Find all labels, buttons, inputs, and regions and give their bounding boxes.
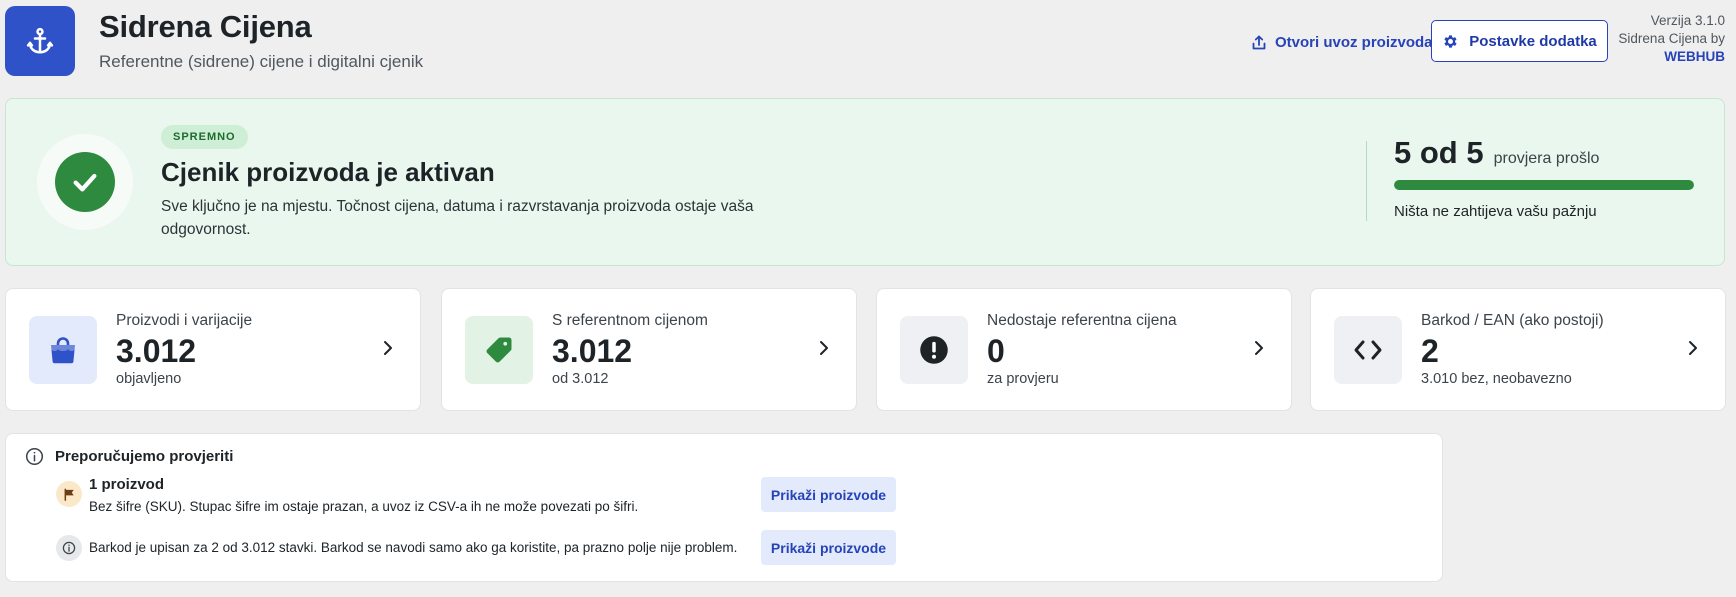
flag-icon [56,481,82,507]
stat-card-barcode[interactable]: Barkod / EAN (ako postoji) 2 3.010 bez, … [1310,288,1726,411]
stat-subtext: za provjeru [987,371,1059,387]
shop-icon [29,316,97,384]
reco-item-text: Bez šifre (SKU). Stupac šifre im ostaje … [89,499,639,514]
checks-progress-fill [1394,180,1694,190]
plugin-settings-button[interactable]: Postavke dodatka [1431,20,1608,62]
check-circle-icon [55,152,115,212]
status-icon-wrapper [37,134,133,230]
status-title: Cjenik proizvoda je aktivan [161,157,495,187]
page-header: Sidrena Cijena Referentne (sidrene) cije… [0,0,1736,90]
app-title: Sidrena Cijena [99,9,312,44]
stat-label: Barkod / EAN (ako postoji) [1421,312,1604,329]
stat-subtext: 3.010 bez, neobavezno [1421,371,1572,387]
checks-count: 5 od 5 [1394,135,1484,170]
gear-icon [1444,34,1457,48]
version-info: Verzija 3.1.0 Sidrena Cijena by WEBHUB [1618,12,1725,66]
upload-icon [1252,35,1266,49]
stat-value: 0 [987,333,1005,369]
status-card: SPREMNO Cjenik proizvoda je aktivan Sve … [5,98,1725,266]
import-products-link[interactable]: Otvori uvoz proizvoda [1252,30,1433,54]
byline: Sidrena Cijena by [1618,31,1725,46]
chevron-right-icon [1255,341,1263,355]
stat-value: 3.012 [116,333,197,369]
info-icon [56,535,82,561]
chevron-right-icon [384,341,392,355]
stat-subtext: objavljeno [116,371,182,387]
reco-item-text: Barkod je upisan za 2 od 3.012 stavki. B… [89,540,738,555]
warning-icon [900,316,968,384]
tag-icon [465,316,533,384]
recommendations-title: Preporučujemo provjeriti [55,448,234,465]
status-divider [1366,141,1367,221]
status-badge: SPREMNO [161,125,248,149]
version-label: Verzija 3.1.0 [1650,13,1725,28]
checks-label: provjera prošlo [1493,150,1600,167]
stat-label: S referentnom cijenom [552,312,708,329]
reco-item-title: 1 proizvod [89,476,165,493]
stat-card-missing-price[interactable]: Nedostaje referentna cijena 0 za provjer… [876,288,1292,411]
info-icon [25,447,44,466]
stat-subtext: od 3.012 [552,371,609,387]
recommendations-header: Preporučujemo provjeriti [25,447,233,466]
stat-card-products[interactable]: Proizvodi i varijacije 3.012 objavljeno [5,288,421,411]
stat-value: 3.012 [552,333,633,369]
code-icon [1334,316,1402,384]
plugin-settings-label: Postavke dodatka [1469,32,1597,50]
chevron-right-icon [820,341,828,355]
app-logo [5,6,75,76]
app-subtitle: Referentne (sidrene) cijene i digitalni … [99,52,424,71]
import-products-label: Otvori uvoz proizvoda [1275,33,1433,51]
recommendations-card: Preporučujemo provjeriti 1 proizvod Bez … [5,433,1443,582]
anchor-icon [26,27,54,54]
brand-name: WEBHUB [1664,49,1725,64]
show-products-button[interactable]: Prikaži proizvode [761,477,896,512]
checks-progress-bar [1394,180,1694,190]
chevron-right-icon [1689,341,1697,355]
checks-note: Ništa ne zahtijeva vašu pažnju [1394,203,1597,220]
checks-summary: 5 od 5 provjera prošlo Ništa ne zahtijev… [1394,135,1700,220]
stat-card-reference-price[interactable]: S referentnom cijenom 3.012 od 3.012 [441,288,857,411]
status-description: Sve ključno je na mjestu. Točnost cijena… [161,198,754,238]
show-products-button[interactable]: Prikaži proizvode [761,530,896,565]
stat-label: Proizvodi i varijacije [116,312,253,329]
stat-value: 2 [1421,333,1439,369]
stat-label: Nedostaje referentna cijena [987,312,1177,329]
